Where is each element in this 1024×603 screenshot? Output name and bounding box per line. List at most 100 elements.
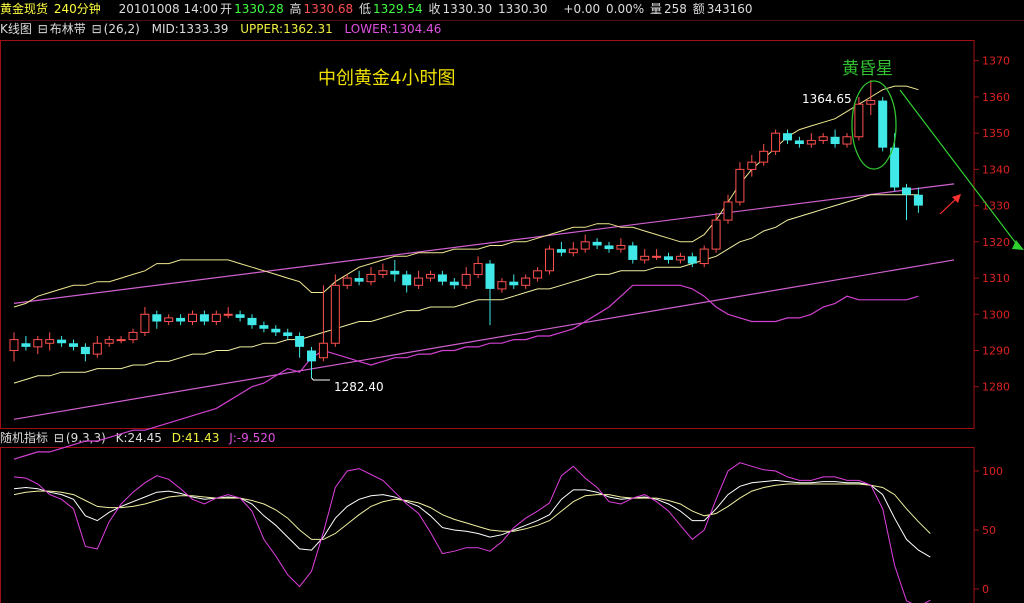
candle-body-up xyxy=(104,339,114,344)
candle-body-up xyxy=(211,313,221,323)
candle-body-up xyxy=(568,248,578,254)
candle-body-up xyxy=(759,150,769,163)
kdj-axis: 0 50 100 xyxy=(974,465,1003,596)
candle-body-up xyxy=(426,273,435,279)
candle-body-up xyxy=(414,277,424,286)
candle-body-up xyxy=(533,270,543,279)
candle-body-up xyxy=(747,161,757,170)
candle-body-up xyxy=(842,136,852,145)
candle-body-down xyxy=(437,274,447,282)
candle-body-up xyxy=(330,284,340,344)
chart-title: 中创黄金4小时图 xyxy=(318,68,455,89)
evening-star-label: 黄昏星 xyxy=(842,59,893,79)
candle-body-up xyxy=(188,313,197,323)
candle-body-up xyxy=(92,342,102,355)
price-tick-label: 1350 xyxy=(982,127,1010,140)
price-tick-label: 1330 xyxy=(982,200,1010,213)
candle-body-down xyxy=(176,317,186,322)
candle-body-up xyxy=(521,277,531,286)
candle-body-down xyxy=(390,270,400,275)
candle-body-up xyxy=(616,244,626,250)
kdj-panel-frame xyxy=(0,447,975,603)
candle-body-up xyxy=(818,136,828,141)
trend-line-0 xyxy=(13,183,955,305)
price-tick-label: 1340 xyxy=(982,163,1010,176)
candle-body-up xyxy=(497,281,507,290)
down-arrow-head xyxy=(1012,240,1024,250)
candle-body-up xyxy=(342,277,352,286)
candle-body-up xyxy=(771,132,781,152)
candle-body-up xyxy=(164,317,174,323)
candle-body-down xyxy=(592,241,602,246)
kdj-line-k xyxy=(13,479,931,558)
trend-lines xyxy=(13,89,1024,420)
candle-body-down xyxy=(354,278,364,282)
candle-body-down xyxy=(259,325,269,329)
candle-body-up xyxy=(366,273,376,283)
candle-body-up xyxy=(640,255,650,261)
candle-body-down xyxy=(307,350,316,362)
candle-body-down xyxy=(509,281,519,286)
candle-body-up xyxy=(128,331,138,341)
price-tick-label: 1300 xyxy=(982,308,1010,321)
candle-body-down xyxy=(21,343,31,347)
price-tick-label: 1290 xyxy=(982,344,1010,357)
price-tick-label: 1320 xyxy=(982,236,1010,249)
candle-body-down xyxy=(628,245,638,260)
price-tick-label: 1360 xyxy=(982,91,1010,104)
candlestick-series[interactable] xyxy=(9,80,923,381)
up-arrow-line xyxy=(939,197,958,215)
trend-line-1 xyxy=(13,259,955,420)
bb-lower-line xyxy=(13,284,919,460)
kdj-lines xyxy=(13,462,931,603)
kdj-tick-label: 0 xyxy=(982,583,989,596)
candle-body-down xyxy=(57,339,67,344)
candle-body-down xyxy=(783,133,792,141)
candle-body-down xyxy=(890,147,900,188)
candle-body-up xyxy=(580,241,590,250)
low-price-label: 1282.40 xyxy=(334,380,384,394)
candle-body-up xyxy=(116,339,126,342)
candle-body-up xyxy=(461,273,471,286)
candle-body-up xyxy=(723,201,733,221)
kdj-line-d xyxy=(13,483,931,540)
candle-body-up xyxy=(45,339,55,344)
candle-body-up xyxy=(378,270,388,275)
candle-body-down xyxy=(604,245,614,250)
candle-body-down xyxy=(402,274,412,286)
candle-body-down xyxy=(913,194,923,206)
candle-body-down xyxy=(271,328,281,333)
candle-body-up xyxy=(33,339,43,348)
price-tick-label: 1370 xyxy=(982,55,1010,68)
candle-body-down xyxy=(449,281,459,286)
candle-body-down xyxy=(69,343,78,347)
candle-body-up xyxy=(699,248,709,265)
candle-body-down xyxy=(687,256,697,264)
kdj-tick-label: 100 xyxy=(982,465,1003,478)
candle-body-down xyxy=(283,332,293,337)
candle-body-down xyxy=(295,336,305,347)
candle-body-down xyxy=(878,100,888,148)
candle-body-up xyxy=(140,313,150,333)
candle-body-down xyxy=(794,140,804,145)
candle-body-down xyxy=(199,314,209,322)
candle-body-up xyxy=(854,103,864,138)
candle-body-down xyxy=(556,249,566,253)
high-price-label: 1364.65 xyxy=(802,92,852,106)
candle-body-down xyxy=(830,136,840,145)
price-axis: 1280 1290 1300 1310 1320 1330 1340 1350 1360 1370 xyxy=(974,55,1010,394)
candle-body-up xyxy=(806,139,816,145)
price-tick-label: 1310 xyxy=(982,272,1010,285)
candle-body-up xyxy=(711,219,721,250)
candle-body-down xyxy=(485,263,495,289)
candle-body-up xyxy=(675,255,685,261)
candle-body-up xyxy=(545,248,554,272)
candle-body-down xyxy=(235,314,245,318)
candle-body-up xyxy=(652,255,662,258)
candle-body-down xyxy=(664,256,673,260)
chart-annotations: 中创黄金4小时图 黄昏星 1364.65 1282.40 xyxy=(318,59,893,394)
candle-body-up xyxy=(735,168,745,203)
chart-canvas[interactable]: 1280 1290 1300 1310 1320 1330 1340 1350 1360 1370… xyxy=(0,0,1024,603)
candle-body-up xyxy=(9,339,19,351)
candle-body-up xyxy=(473,263,483,275)
